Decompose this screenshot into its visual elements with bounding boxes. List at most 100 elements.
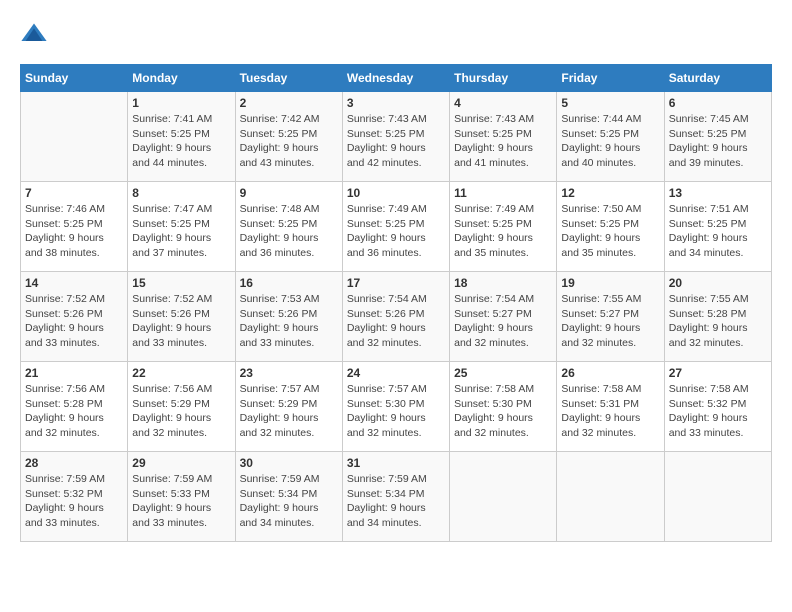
day-number: 23 — [240, 366, 338, 380]
day-info-line: and 35 minutes. — [561, 247, 636, 259]
day-info: Sunrise: 7:51 AMSunset: 5:25 PMDaylight:… — [669, 202, 767, 261]
day-info-line: and 38 minutes. — [25, 247, 100, 259]
day-info-line: and 33 minutes. — [25, 517, 100, 529]
day-info-line: and 44 minutes. — [132, 157, 207, 169]
day-number: 12 — [561, 186, 659, 200]
calendar-cell: 17Sunrise: 7:54 AMSunset: 5:26 PMDayligh… — [342, 272, 449, 362]
day-number: 22 — [132, 366, 230, 380]
day-number: 31 — [347, 456, 445, 470]
calendar-cell: 13Sunrise: 7:51 AMSunset: 5:25 PMDayligh… — [664, 182, 771, 272]
day-info-line: Sunrise: 7:59 AM — [240, 473, 320, 485]
day-number: 17 — [347, 276, 445, 290]
day-info: Sunrise: 7:59 AMSunset: 5:34 PMDaylight:… — [347, 472, 445, 531]
day-number: 10 — [347, 186, 445, 200]
day-info-line: Daylight: 9 hours — [454, 412, 533, 424]
day-number: 26 — [561, 366, 659, 380]
day-info-line: Sunset: 5:25 PM — [454, 128, 532, 140]
calendar-cell: 15Sunrise: 7:52 AMSunset: 5:26 PMDayligh… — [128, 272, 235, 362]
calendar-cell — [450, 452, 557, 542]
day-number: 9 — [240, 186, 338, 200]
day-number: 25 — [454, 366, 552, 380]
day-info-line: Sunset: 5:34 PM — [347, 488, 425, 500]
day-info-line: and 33 minutes. — [132, 337, 207, 349]
day-info: Sunrise: 7:43 AMSunset: 5:25 PMDaylight:… — [454, 112, 552, 171]
day-info-line: Daylight: 9 hours — [25, 322, 104, 334]
day-info: Sunrise: 7:54 AMSunset: 5:27 PMDaylight:… — [454, 292, 552, 351]
day-info-line: Sunset: 5:25 PM — [240, 218, 318, 230]
calendar-week-row: 14Sunrise: 7:52 AMSunset: 5:26 PMDayligh… — [21, 272, 772, 362]
calendar-cell: 14Sunrise: 7:52 AMSunset: 5:26 PMDayligh… — [21, 272, 128, 362]
day-info-line: Sunrise: 7:46 AM — [25, 203, 105, 215]
day-info-line: and 34 minutes. — [240, 517, 315, 529]
day-info-line: Daylight: 9 hours — [561, 412, 640, 424]
day-info: Sunrise: 7:59 AMSunset: 5:34 PMDaylight:… — [240, 472, 338, 531]
day-info: Sunrise: 7:56 AMSunset: 5:29 PMDaylight:… — [132, 382, 230, 441]
calendar-week-row: 7Sunrise: 7:46 AMSunset: 5:25 PMDaylight… — [21, 182, 772, 272]
day-info-line: Sunrise: 7:56 AM — [132, 383, 212, 395]
day-info-line: Sunset: 5:27 PM — [454, 308, 532, 320]
day-info-line: Sunrise: 7:47 AM — [132, 203, 212, 215]
day-info-line: Daylight: 9 hours — [561, 322, 640, 334]
day-info-line: Daylight: 9 hours — [669, 322, 748, 334]
day-info-line: Sunset: 5:25 PM — [25, 218, 103, 230]
calendar-cell: 8Sunrise: 7:47 AMSunset: 5:25 PMDaylight… — [128, 182, 235, 272]
day-info-line: and 40 minutes. — [561, 157, 636, 169]
calendar-week-row: 1Sunrise: 7:41 AMSunset: 5:25 PMDaylight… — [21, 92, 772, 182]
day-info-line: Daylight: 9 hours — [454, 322, 533, 334]
day-info-line: Sunset: 5:29 PM — [240, 398, 318, 410]
day-number: 30 — [240, 456, 338, 470]
day-info-line: and 32 minutes. — [561, 337, 636, 349]
day-info-line: Sunset: 5:32 PM — [669, 398, 747, 410]
calendar-week-row: 21Sunrise: 7:56 AMSunset: 5:28 PMDayligh… — [21, 362, 772, 452]
day-number: 5 — [561, 96, 659, 110]
day-info-line: and 35 minutes. — [454, 247, 529, 259]
day-info: Sunrise: 7:49 AMSunset: 5:25 PMDaylight:… — [454, 202, 552, 261]
calendar-cell: 26Sunrise: 7:58 AMSunset: 5:31 PMDayligh… — [557, 362, 664, 452]
calendar-cell: 10 Sunrise: 7:49 AMSunset: 5:25 PMDayligh… — [342, 182, 449, 272]
day-info: Sunrise: 7:48 AMSunset: 5:25 PMDaylight:… — [240, 202, 338, 261]
day-info-line: Sunset: 5:28 PM — [25, 398, 103, 410]
day-info-line: Daylight: 9 hours — [669, 142, 748, 154]
day-info: Sunrise: 7:52 AMSunset: 5:26 PMDaylight:… — [132, 292, 230, 351]
day-info: Sunrise: 7:45 AMSunset: 5:25 PMDaylight:… — [669, 112, 767, 171]
day-info-line: Daylight: 9 hours — [132, 322, 211, 334]
logo-icon — [20, 20, 48, 48]
day-info-line: and 32 minutes. — [454, 337, 529, 349]
calendar-cell: 12Sunrise: 7:50 AMSunset: 5:25 PMDayligh… — [557, 182, 664, 272]
day-info-line: Sunrise: 7:44 AM — [561, 113, 641, 125]
day-info-line: Daylight: 9 hours — [240, 142, 319, 154]
day-info-line: Daylight: 9 hours — [132, 502, 211, 514]
day-info-line: Daylight: 9 hours — [347, 412, 426, 424]
day-number: 6 — [669, 96, 767, 110]
day-info: Sunrise: 7:47 AMSunset: 5:25 PMDaylight:… — [132, 202, 230, 261]
day-info-line: and 32 minutes. — [25, 427, 100, 439]
day-info: Sunrise: 7:49 AMSunset: 5:25 PMDaylight:… — [347, 202, 445, 261]
day-info-line: Daylight: 9 hours — [132, 232, 211, 244]
day-info-line: Daylight: 9 hours — [561, 142, 640, 154]
day-number: 29 — [132, 456, 230, 470]
calendar-cell: 3Sunrise: 7:43 AMSunset: 5:25 PMDaylight… — [342, 92, 449, 182]
day-info-line: Sunrise: 7:57 AM — [347, 383, 427, 395]
calendar-cell: 7Sunrise: 7:46 AMSunset: 5:25 PMDaylight… — [21, 182, 128, 272]
day-info-line: Sunrise: 7:55 AM — [669, 293, 749, 305]
day-info: Sunrise: 7:42 AMSunset: 5:25 PMDaylight:… — [240, 112, 338, 171]
day-info-line: and 36 minutes. — [347, 247, 422, 259]
day-info-line: Sunrise: 7:52 AM — [25, 293, 105, 305]
day-number: 19 — [561, 276, 659, 290]
day-info-line: Daylight: 9 hours — [240, 232, 319, 244]
day-info-line: Daylight: 9 hours — [454, 232, 533, 244]
day-info-line: and 42 minutes. — [347, 157, 422, 169]
calendar-cell: 28Sunrise: 7:59 AMSunset: 5:32 PMDayligh… — [21, 452, 128, 542]
day-info-line: Sunset: 5:28 PM — [669, 308, 747, 320]
day-info-line: and 34 minutes. — [669, 247, 744, 259]
calendar-cell: 23Sunrise: 7:57 AMSunset: 5:29 PMDayligh… — [235, 362, 342, 452]
calendar-cell — [664, 452, 771, 542]
day-number: 16 — [240, 276, 338, 290]
day-info-line: and 37 minutes. — [132, 247, 207, 259]
day-info-line: Sunrise: 7:55 AM — [561, 293, 641, 305]
day-info-line: Sunrise: 7:54 AM — [347, 293, 427, 305]
calendar-cell: 11Sunrise: 7:49 AMSunset: 5:25 PMDayligh… — [450, 182, 557, 272]
day-info: Sunrise: 7:53 AMSunset: 5:26 PMDaylight:… — [240, 292, 338, 351]
day-info-line: Daylight: 9 hours — [669, 232, 748, 244]
day-info-line: Daylight: 9 hours — [347, 322, 426, 334]
